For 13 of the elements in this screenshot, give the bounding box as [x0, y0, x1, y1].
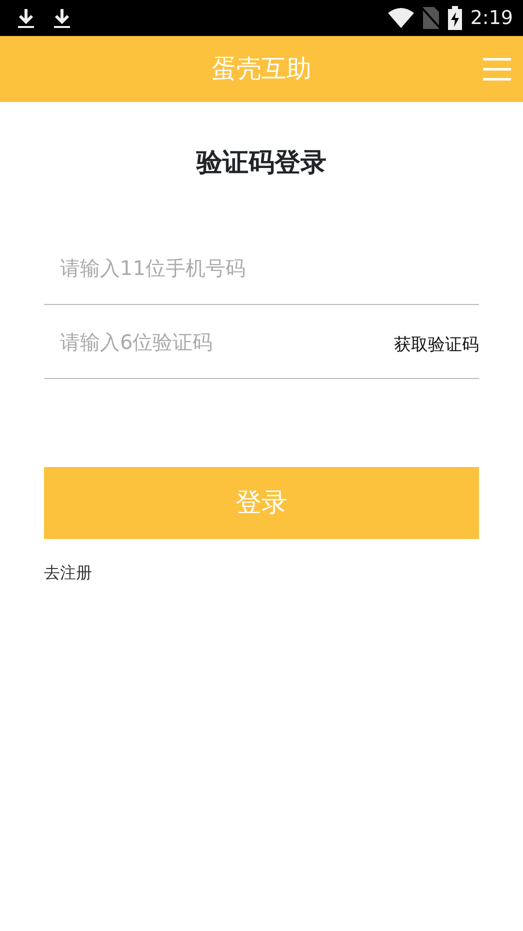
wifi-icon [388, 8, 414, 28]
register-link[interactable]: 去注册 [44, 561, 92, 586]
phone-input[interactable]: 请输入11位手机号码 [44, 248, 479, 288]
menu-button[interactable] [483, 56, 511, 81]
page-heading: 验证码登录 [195, 148, 328, 180]
download-icon [52, 7, 72, 29]
get-code-link[interactable]: 获取验证码 [394, 332, 479, 358]
code-input[interactable]: 请输入6位验证码 [44, 322, 394, 362]
no-sim-icon [422, 7, 440, 29]
battery-charging-icon [448, 6, 462, 30]
app-title: 蛋壳互助 [212, 53, 312, 86]
clock-time: 2:19 [470, 6, 513, 31]
download-icon [16, 7, 36, 29]
